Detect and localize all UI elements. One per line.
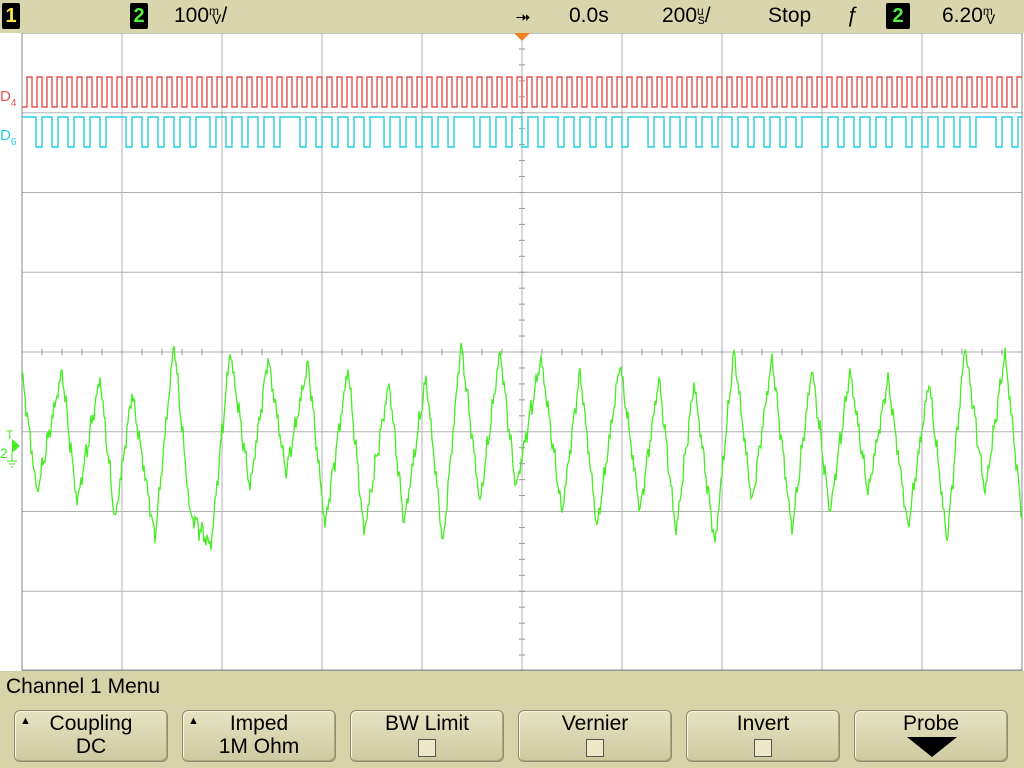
d6-trace — [22, 116, 1022, 148]
invert-softkey[interactable]: Invert — [686, 710, 840, 762]
trigger-source-indicator: 2 — [886, 3, 910, 29]
invert-checkbox[interactable] — [754, 739, 772, 757]
channel1-indicator[interactable]: 1 — [2, 3, 20, 29]
imped-label: Imped — [229, 712, 289, 735]
volts-suffix: / — [221, 4, 228, 27]
trigger-time-marker — [514, 33, 530, 41]
channel2-indicator[interactable]: 2 — [130, 3, 148, 29]
ground-symbol-icon — [7, 453, 17, 468]
bw-limit-label: BW Limit — [385, 712, 469, 735]
time-offset: 0.0s — [569, 4, 609, 27]
channel1-number: 1 — [2, 3, 20, 29]
d4-label: D4 — [0, 88, 17, 109]
trigger-position-icon: ⯮ — [516, 6, 531, 26]
trigger-level: 6.20mV — [942, 3, 995, 31]
bw-limit-checkbox[interactable] — [418, 739, 436, 757]
trigger-level-value: 6.20 — [942, 4, 983, 27]
d6-label-sub: 6 — [11, 137, 17, 148]
vernier-label: Vernier — [561, 712, 629, 735]
bw-limit-softkey[interactable]: BW Limit — [350, 710, 504, 762]
menu-title: Channel 1 Menu — [6, 675, 161, 698]
d6-label: D6 — [0, 127, 17, 148]
coupling-label: Coupling — [49, 712, 133, 735]
trigger-source: 2 — [886, 3, 910, 29]
d4-label-sub: 4 — [11, 98, 17, 109]
analog-ground-label: 2 — [0, 445, 8, 461]
invert-label: Invert — [736, 712, 790, 735]
channel2-number: 2 — [130, 3, 148, 29]
volts-unit: V — [212, 11, 222, 27]
waveform-display[interactable]: D4 D6 T 2 — [0, 33, 1024, 671]
d4-label-name: D — [0, 88, 11, 105]
imped-softkey[interactable]: ▲ Imped 1M Ohm — [182, 710, 336, 762]
trigger-level-unit: V — [985, 11, 996, 27]
d6-label-name: D — [0, 127, 11, 144]
time-per-div-value: 200 — [662, 4, 698, 27]
trigger-slope-icon: ƒ — [846, 4, 858, 27]
time-suffix: / — [704, 4, 711, 27]
vernier-checkbox[interactable] — [586, 739, 604, 757]
volts-per-div-value: 100 — [174, 4, 210, 27]
submenu-arrow-icon — [907, 737, 957, 757]
graticule: D4 D6 T 2 — [0, 33, 1023, 671]
time-unit: s — [697, 11, 705, 27]
status-bar: 1 2 100mV/ ⯮ 0.0s 200us/ Stop ƒ 2 6.20mV — [0, 0, 1024, 34]
probe-label: Probe — [902, 712, 960, 735]
volts-per-div: 100mV/ — [174, 3, 227, 31]
coupling-value: DC — [75, 735, 107, 758]
run-state: Stop — [768, 4, 812, 27]
analog-ground-marker-icon — [12, 439, 20, 453]
probe-softkey[interactable]: Probe — [854, 710, 1008, 762]
imped-value: 1M Ohm — [218, 735, 300, 758]
d4-trace — [22, 76, 1022, 108]
vernier-softkey[interactable]: Vernier — [518, 710, 672, 762]
coupling-softkey[interactable]: ▲ Coupling DC — [14, 710, 168, 762]
time-per-div: 200us/ — [662, 3, 711, 31]
